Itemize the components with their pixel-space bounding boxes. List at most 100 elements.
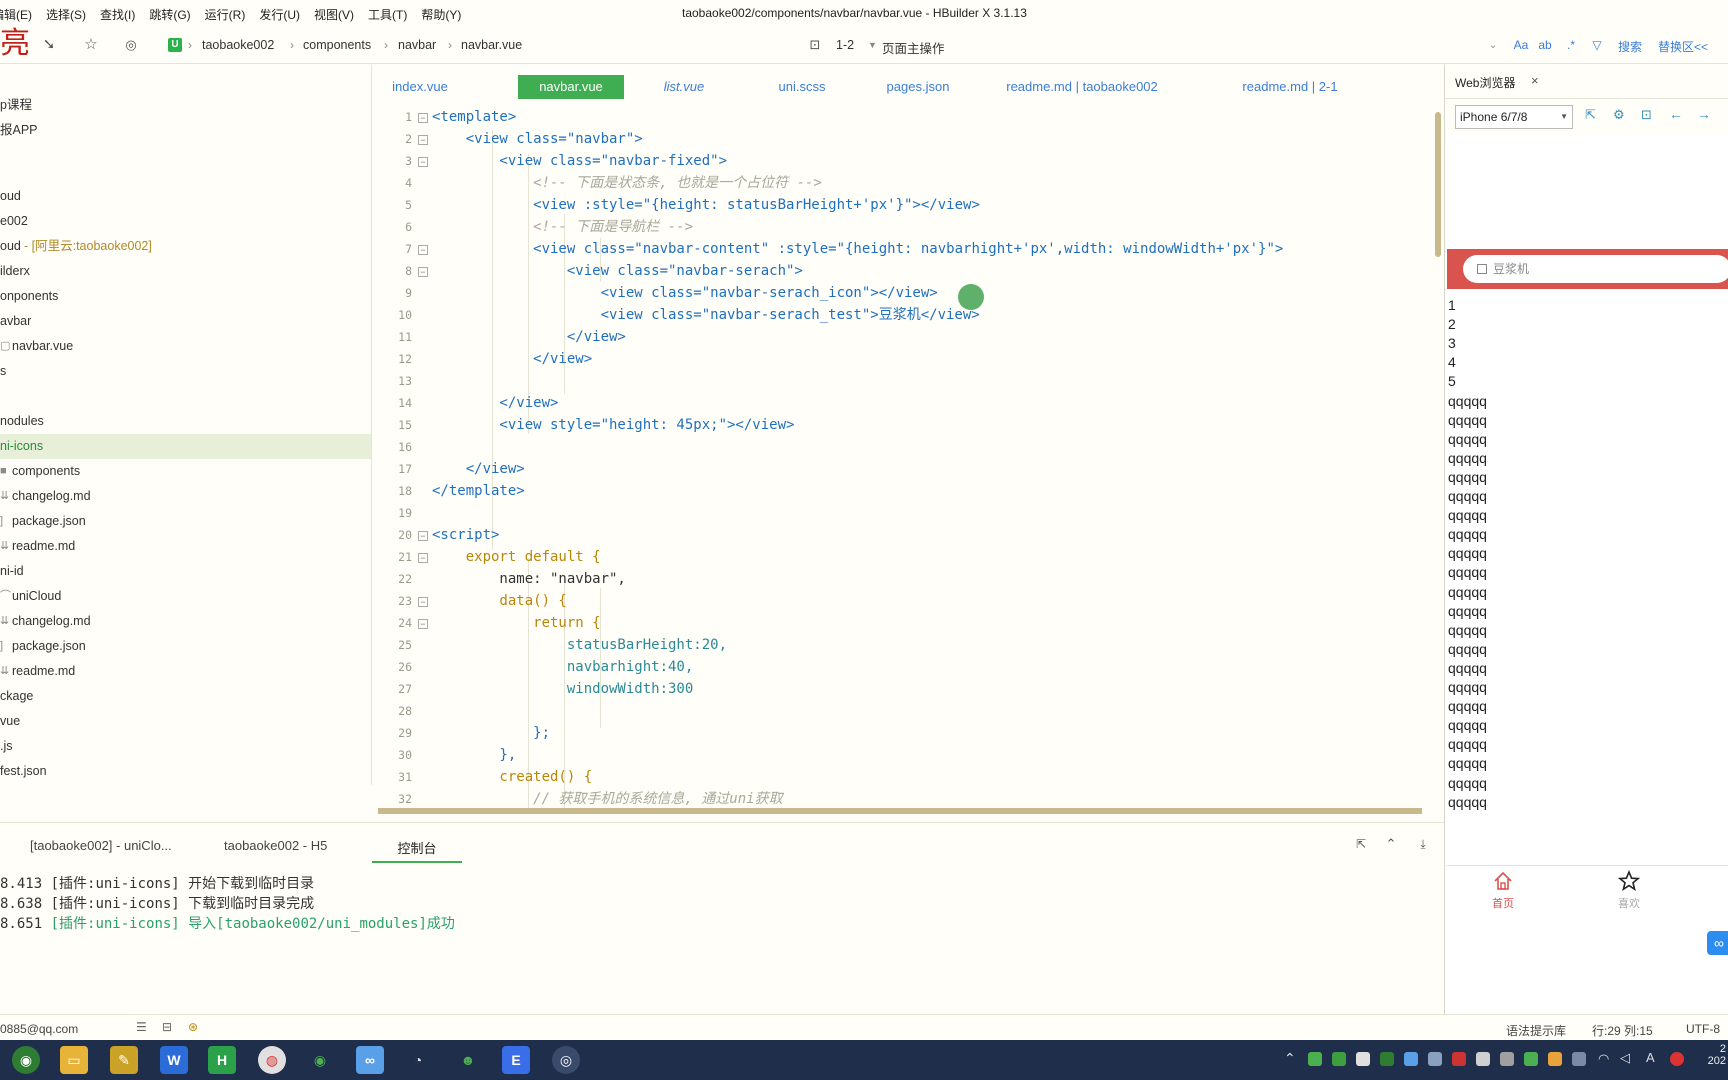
chevron-up-icon[interactable]: ⌃ [1382,835,1400,853]
cursor-position[interactable]: 行:29 列:15 [1592,1022,1653,1039]
tree-item[interactable]: ⇊ changelog.md [0,484,371,509]
star-icon[interactable]: ☆ [82,36,100,54]
whole-word-icon[interactable]: ab [1536,36,1554,54]
tray-icon[interactable] [1308,1052,1322,1066]
tree-item[interactable]: nodules [0,409,371,434]
menu-select[interactable]: 选择(S) [46,6,86,23]
close-icon[interactable]: × [1531,73,1539,88]
wechat-icon[interactable]: ◔ [404,1046,432,1074]
back-arrow-icon[interactable]: ← [1669,106,1683,122]
file-encoding[interactable]: UTF-8 [1686,1022,1720,1036]
tree-item[interactable]: ni-icons [0,434,371,459]
tree-item[interactable]: ⌒ uniCloud [0,584,371,609]
tray-icon[interactable] [1670,1052,1684,1066]
wifi-icon[interactable]: ◠ [1598,1051,1609,1067]
console-tab-h5[interactable]: taobaoke002 - H5 [224,838,327,853]
tab-pages-json[interactable]: pages.json [878,75,958,99]
tree-item[interactable]: ▢ navbar.vue [0,334,371,359]
filter-icon[interactable]: ▽ [1588,36,1606,54]
clock[interactable]: 2 202 [1700,1043,1726,1067]
horizontal-scrollbar[interactable] [378,808,1422,814]
fold-toggle-icon[interactable]: − [418,245,428,255]
gear-icon[interactable]: ⚙ [1613,107,1625,123]
tab-navbar-vue[interactable]: navbar.vue [518,75,624,99]
ime-icon[interactable]: A [1646,1050,1655,1065]
vertical-scrollbar[interactable] [1435,112,1441,257]
regex-icon[interactable]: .* [1562,36,1580,54]
menu-help[interactable]: 帮助(Y) [421,6,461,23]
tab-readme-taobaoke002[interactable]: readme.md | taobaoke002 [998,75,1166,99]
syntax-hint-lib[interactable]: 语法提示库 [1506,1022,1566,1039]
menu-tools[interactable]: 工具(T) [368,6,407,23]
forward-arrow-icon[interactable]: → [1697,106,1711,122]
cloud-sync-icon[interactable]: ⊛ [188,1020,198,1034]
fold-toggle-icon[interactable]: − [418,135,428,145]
list-icon[interactable]: ☰ [136,1020,147,1034]
tree-item[interactable]: 报APP [0,118,371,143]
tree-item[interactable]: ] package.json [0,634,371,659]
tree-item[interactable]: ckage [0,684,371,709]
tree-item[interactable]: ⇊ changelog.md [0,609,371,634]
breadcrumb-project[interactable]: taobaoke002 [202,38,274,52]
chevron-down-icon[interactable]: ▼ [868,40,877,50]
outline-icon[interactable]: ⊡ [806,36,824,54]
tree-item[interactable]: s [0,359,371,384]
code-editor[interactable]: 1− <template> 2− <view class="navbar"> 3− <… [378,106,1444,810]
rotate-icon[interactable]: ⇱ [1585,107,1596,123]
menu-goto[interactable]: 跳转(G) [149,6,190,23]
tree-item[interactable]: oud - [阿里云:taobaoke002] [0,234,371,259]
browser-tab-label[interactable]: Web浏览器 [1455,74,1515,91]
breadcrumb-navbar[interactable]: navbar [398,38,436,52]
tabbar-home[interactable]: 首页 [1473,870,1533,911]
fold-toggle-icon[interactable]: − [418,531,428,541]
phone-search-box[interactable]: 豆浆机 [1463,255,1728,283]
tree-item[interactable]: ] package.json [0,509,371,534]
tab-uni-scss[interactable]: uni.scss [764,75,840,99]
replace-toggle-button[interactable]: 替换区<< [1658,38,1708,55]
fold-toggle-icon[interactable]: − [418,157,428,167]
tabbar-like[interactable]: 喜欢 [1599,869,1659,911]
fold-toggle-icon[interactable]: − [418,619,428,629]
fold-toggle-icon[interactable]: − [418,553,428,563]
tray-icon[interactable] [1548,1052,1562,1066]
account-label[interactable]: 0885@qq.com [0,1022,78,1036]
breadcrumb-components[interactable]: components [303,38,371,52]
app-leaf-icon[interactable]: ◉ [306,1046,334,1074]
breadcrumb-file[interactable]: navbar.vue [461,38,522,52]
volume-icon[interactable]: ◁ [1620,1050,1630,1066]
case-sensitive-icon[interactable]: Aa [1512,36,1530,54]
file-explorer-icon[interactable]: ▭ [60,1046,88,1074]
line-range[interactable]: 1-2 [836,38,854,52]
console-tab-console[interactable]: 控制台 [372,838,462,863]
tab-list-vue[interactable]: list.vue [654,75,714,99]
tree-item[interactable]: ni-id [0,559,371,584]
chevron-down-icon[interactable]: ⌄ [1484,36,1502,54]
tray-icon[interactable] [1404,1052,1418,1066]
fold-toggle-icon[interactable]: − [418,113,428,123]
collapse-panel-icon[interactable]: ⤓ [1414,835,1432,853]
tree-item[interactable]: fest.json [0,759,371,784]
tree-item[interactable] [0,384,371,409]
tray-icon[interactable] [1476,1052,1490,1066]
fold-toggle-icon[interactable]: − [418,597,428,607]
console-tab-unicloud[interactable]: [taobaoke002] - uniClo... [30,838,172,853]
tray-icon[interactable] [1356,1052,1370,1066]
tree-item[interactable]: avbar [0,309,371,334]
tray-icon[interactable] [1380,1052,1394,1066]
tray-icon[interactable] [1572,1052,1586,1066]
chevron-up-icon[interactable]: ⌃ [1284,1050,1296,1067]
tree-item[interactable]: .js [0,734,371,759]
editor-e-icon[interactable]: E [502,1046,530,1074]
tray-icon[interactable] [1332,1052,1346,1066]
chrome-icon[interactable]: ◍ [258,1046,286,1074]
tree-item[interactable]: ■ components [0,459,371,484]
tree-item[interactable]: oud [0,184,371,209]
tree-item[interactable]: p课程 [0,93,371,118]
page-main-action[interactable]: 页面主操作 [882,38,945,57]
device-select[interactable]: iPhone 6/7/8 ▼ [1455,105,1573,129]
devtools-icon[interactable]: ⊡ [1641,107,1652,123]
menu-publish[interactable]: 发行(U) [259,6,300,23]
notes-icon[interactable]: ✎ [110,1046,138,1074]
app-frog-icon[interactable]: ☻ [454,1046,482,1074]
app-green-icon[interactable]: ◉ [12,1046,40,1074]
